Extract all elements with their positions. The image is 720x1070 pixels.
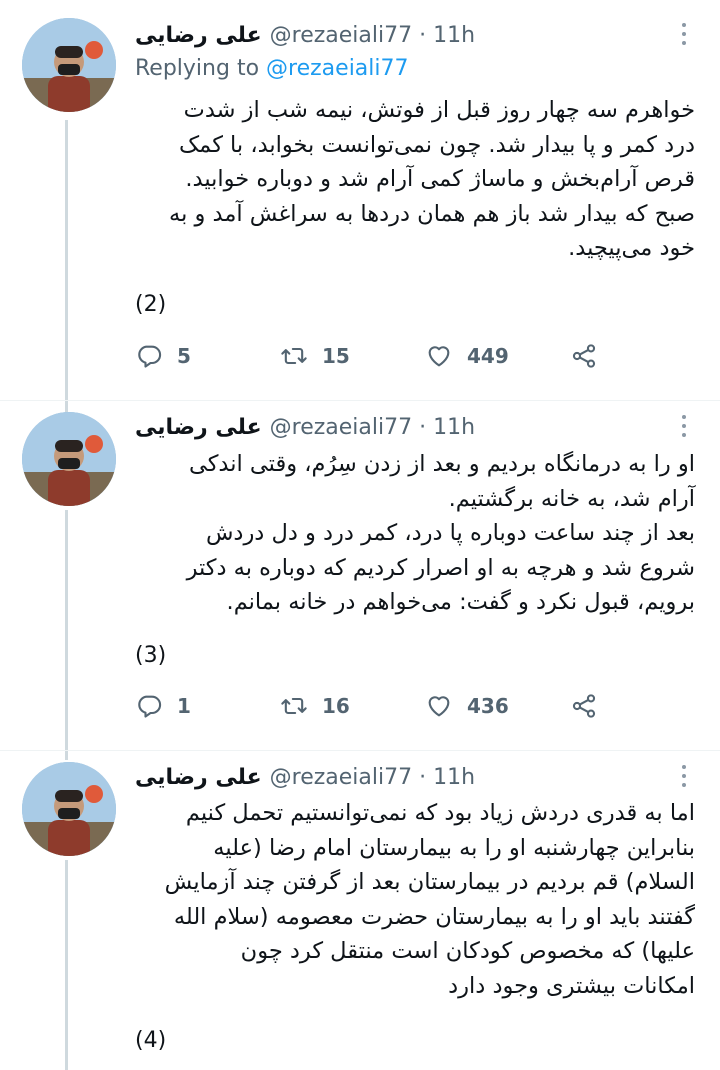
tweet-line: اما به قدری دردش زیاد بود که نمی‌توانستی…: [185, 800, 695, 826]
retweet-count: 16: [322, 694, 350, 718]
retweet-icon: [281, 697, 307, 715]
tweet-line: قرص آرام‌بخش و ماساژ کمی آرام شد و دوبار…: [185, 166, 695, 192]
reply-count: 5: [177, 344, 191, 368]
like-button[interactable]: 449: [425, 342, 509, 370]
avatar-image: [22, 762, 116, 856]
tweet-line: گفتند باید او را به بیمارستان حضرت معصوم…: [173, 903, 695, 930]
display-name[interactable]: علی رضایی: [135, 415, 262, 440]
tweet-line: خود می‌پیچید.: [568, 235, 695, 261]
reply-icon: [138, 695, 162, 718]
more-icon[interactable]: [676, 412, 692, 440]
thread-number: (2): [135, 292, 167, 317]
user-handle[interactable]: @rezaeiali77: [270, 23, 412, 48]
tweet-header: علی رضایی @rezaeiali77 · 11h: [135, 410, 475, 444]
reply-button[interactable]: 1: [135, 692, 191, 720]
user-handle[interactable]: @rezaeiali77: [270, 765, 412, 790]
tweet-line: بعد از چند ساعت دوباره پا درد، کمر درد و…: [205, 520, 695, 546]
retweet-button[interactable]: 15: [280, 342, 350, 370]
tweet-line: آرام شد، به خانه برگشتیم.: [448, 485, 695, 512]
share-button[interactable]: [570, 692, 598, 720]
action-bar: 1 16 436: [135, 691, 615, 721]
tweet-text: اما به قدری دردش زیاد بود که نمی‌توانستی…: [130, 796, 695, 1003]
more-icon[interactable]: [676, 20, 692, 48]
separator: ·: [419, 764, 427, 790]
share-button[interactable]: [570, 342, 598, 370]
reply-count: 1: [177, 694, 191, 718]
tweet-line: شروع شد و هرچه به او اصرار کردیم که دوبا…: [186, 554, 695, 581]
like-icon: [428, 346, 450, 367]
replying-to: Replying to @rezaeiali77: [135, 56, 409, 81]
tweet-line: علیها) که مخصوص کودکان است منتقل کرد چون: [240, 938, 695, 964]
tweet-line: بنابراین چهارشنبه او را به بیمارستان اما…: [213, 834, 695, 861]
retweet-count: 15: [322, 344, 350, 368]
timestamp[interactable]: 11h: [433, 415, 475, 440]
tweet-text: او را به درمانگاه بردیم و بعد از زدن سِر…: [130, 447, 695, 620]
replying-handle-link[interactable]: @rezaeiali77: [266, 56, 408, 81]
avatar-image: [22, 18, 116, 112]
tweet-header: علی رضایی @rezaeiali77 · 11h: [135, 18, 475, 52]
tweet[interactable]: علی رضایی @rezaeiali77 · 11h او را به در…: [0, 400, 720, 750]
separator: ·: [419, 414, 427, 440]
tweet[interactable]: علی رضایی @rezaeiali77 · 11h Replying to…: [0, 0, 720, 400]
display-name[interactable]: علی رضایی: [135, 765, 262, 790]
retweet-button[interactable]: 16: [280, 692, 350, 720]
like-count: 449: [467, 344, 509, 368]
like-icon: [428, 696, 450, 717]
share-icon: [572, 344, 596, 368]
more-icon[interactable]: [676, 762, 692, 790]
thread-number: (4): [135, 1028, 167, 1053]
tweet[interactable]: علی رضایی @rezaeiali77 · 11h اما به قدری…: [0, 750, 720, 1070]
tweet-text: خواهرم سه چهار روز قبل از فوتش، نیمه شب …: [130, 93, 695, 266]
tweet-line: درد کمر و پا بیدار شد. چون نمی‌توانست بخ…: [179, 131, 695, 158]
avatar[interactable]: [22, 412, 116, 506]
reply-icon: [138, 345, 162, 368]
replying-label: Replying to: [135, 56, 260, 81]
avatar-image: [22, 412, 116, 506]
share-icon: [572, 694, 596, 718]
tweet-line: برویم، قبول نکرد و گفت: می‌خواهم در خانه…: [226, 589, 695, 615]
like-button[interactable]: 436: [425, 692, 509, 720]
tweet-line: امکانات بیشتری وجود دارد: [448, 972, 695, 999]
user-handle[interactable]: @rezaeiali77: [270, 415, 412, 440]
like-count: 436: [467, 694, 509, 718]
retweet-icon: [281, 347, 307, 365]
avatar[interactable]: [22, 18, 116, 112]
avatar[interactable]: [22, 762, 116, 856]
action-bar: 5 15 449: [135, 341, 615, 371]
display-name[interactable]: علی رضایی: [135, 23, 262, 48]
tweet-line: او را به درمانگاه بردیم و بعد از زدن سِر…: [188, 451, 695, 477]
tweet-header: علی رضایی @rezaeiali77 · 11h: [135, 760, 475, 794]
timestamp[interactable]: 11h: [433, 23, 475, 48]
thread-number: (3): [135, 643, 167, 668]
tweet-line: صبح که بیدار شد باز هم همان دردها به سرا…: [169, 200, 695, 227]
separator: ·: [419, 22, 427, 48]
timestamp[interactable]: 11h: [433, 765, 475, 790]
tweet-line: السلام) قم بردیم در بیمارستان بعد از گرف…: [164, 869, 695, 895]
reply-button[interactable]: 5: [135, 342, 191, 370]
tweet-line: خواهرم سه چهار روز قبل از فوتش، نیمه شب …: [183, 97, 695, 123]
